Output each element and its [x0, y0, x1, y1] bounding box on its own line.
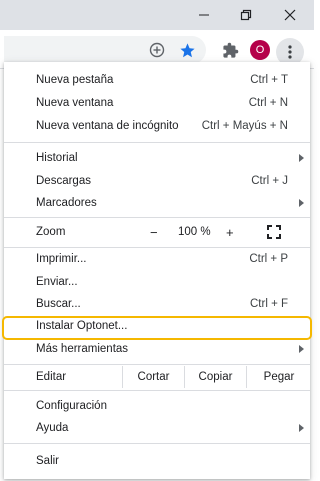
menu-item-exit[interactable]: Salir [4, 450, 310, 472]
close-icon [284, 9, 296, 21]
menu-divider [4, 443, 310, 444]
bookmark-star-button[interactable] [175, 38, 199, 62]
menu-item-label: Zoom [36, 226, 66, 238]
fullscreen-button[interactable] [266, 224, 282, 240]
menu-item-shortcut: Ctrl + N [248, 97, 288, 109]
menu-item-label: Ayuda [36, 422, 69, 434]
menu-item-label: Imprimir... [36, 253, 87, 265]
menu-item-zoom: Zoom − 100 % + [4, 221, 310, 243]
copy-button[interactable]: Copiar [184, 366, 246, 388]
menu-item-shortcut: Ctrl + F [249, 298, 288, 310]
menu-item-label: Enviar... [36, 276, 78, 288]
menu-item-label: Salir [36, 455, 60, 467]
menu-item-label: Buscar... [36, 298, 81, 310]
extensions-icon [222, 42, 238, 58]
kebab-menu-icon [288, 45, 292, 59]
restore-icon [240, 9, 252, 21]
menu-item-label: Descargas [36, 175, 91, 187]
restore-button[interactable] [228, 0, 264, 30]
menu-item-label: Configuración [36, 400, 107, 412]
menu-item-shortcut: Ctrl + T [250, 74, 288, 86]
menu-divider [4, 364, 310, 365]
menu-item-shortcut: Ctrl + Mayús + N [201, 120, 288, 132]
cut-button[interactable]: Cortar [122, 366, 184, 388]
menu-item-label: Nueva ventana de incógnito [36, 120, 179, 132]
chrome-main-menu: Nueva pestaña Ctrl + T Nueva ventana Ctr… [4, 62, 310, 479]
menu-divider [4, 142, 310, 143]
fullscreen-icon [267, 225, 281, 239]
menu-item-label: Más herramientas [36, 343, 129, 355]
submenu-arrow-icon [299, 424, 304, 432]
zoom-out-button[interactable]: − [150, 225, 158, 240]
menu-item-label: Marcadores [36, 197, 97, 209]
submenu-arrow-icon [299, 199, 304, 207]
menu-divider [4, 217, 310, 218]
menu-item-label: Editar [36, 371, 67, 383]
submenu-arrow-icon [299, 154, 304, 162]
add-button[interactable] [145, 38, 169, 62]
avatar: O [250, 40, 270, 60]
menu-item-settings[interactable]: Configuración [4, 395, 310, 417]
submenu-arrow-icon [299, 345, 304, 353]
menu-item-shortcut: Ctrl + P [249, 253, 288, 265]
menu-item-history[interactable]: Historial [4, 147, 310, 169]
cut-label: Cortar [137, 371, 170, 383]
menu-item-shortcut: Ctrl + J [251, 175, 288, 187]
zoom-level: 100 % [178, 226, 211, 238]
minimize-button[interactable] [186, 0, 222, 30]
menu-item-bookmarks[interactable]: Marcadores [4, 192, 310, 214]
paste-label: Pegar [263, 371, 295, 383]
menu-item-incognito[interactable]: Nueva ventana de incógnito Ctrl + Mayús … [4, 115, 310, 137]
menu-item-downloads[interactable]: Descargas Ctrl + J [4, 170, 310, 192]
menu-item-cast[interactable]: Enviar... [4, 271, 310, 293]
profile-button[interactable]: O [248, 38, 272, 62]
minimize-icon [199, 14, 209, 16]
main-menu-button[interactable] [278, 40, 302, 64]
menu-item-help[interactable]: Ayuda [4, 417, 310, 439]
menu-divider [4, 390, 310, 391]
star-icon [179, 42, 195, 57]
close-button[interactable] [272, 0, 308, 30]
zoom-in-button[interactable]: + [226, 225, 234, 240]
menu-item-new-window[interactable]: Nueva ventana Ctrl + N [4, 92, 310, 114]
add-circle-icon [149, 42, 165, 58]
menu-item-edit: Editar Cortar Copiar Pegar [4, 366, 310, 388]
menu-item-more-tools[interactable]: Más herramientas [4, 338, 310, 360]
menu-item-label: Nueva ventana [36, 97, 114, 109]
menu-item-label: Historial [36, 152, 78, 164]
menu-item-new-tab[interactable]: Nueva pestaña Ctrl + T [4, 69, 310, 91]
title-bar [0, 0, 314, 30]
extensions-button[interactable] [218, 38, 242, 62]
highlight-box [2, 316, 312, 340]
menu-item-label: Nueva pestaña [36, 74, 114, 86]
menu-item-find[interactable]: Buscar... Ctrl + F [4, 293, 310, 315]
menu-item-print[interactable]: Imprimir... Ctrl + P [4, 248, 310, 270]
copy-label: Copiar [198, 371, 233, 383]
paste-button[interactable]: Pegar [246, 366, 311, 388]
